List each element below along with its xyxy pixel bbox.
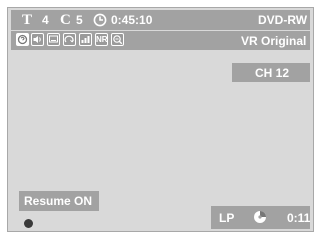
- elapsed-time: 0:45:10: [111, 13, 153, 27]
- noise-reduction-icon[interactable]: NR: [95, 33, 108, 46]
- remaining-time: 0:11: [287, 211, 311, 225]
- chapter-label: CH 12: [255, 66, 290, 80]
- noise-reduction-label: NR: [96, 35, 108, 44]
- clock-icon: [93, 13, 107, 27]
- title-letter: T: [22, 12, 33, 28]
- resume-indicator: Resume ON: [19, 191, 99, 211]
- angle-icon[interactable]: [63, 33, 76, 46]
- status-bar: T 4 C 5 0:45:10 DVD-RW: [11, 10, 310, 30]
- chapter-indicator: CH 12: [232, 63, 310, 82]
- record-status-bar: LP 0:11: [211, 206, 310, 229]
- disc-icon: [254, 211, 266, 223]
- disc-format: VR Original: [241, 34, 307, 48]
- title-number: 4: [42, 13, 49, 27]
- resume-status: Resume ON: [24, 194, 93, 208]
- chapter-number: 5: [76, 13, 83, 27]
- zoom-icon[interactable]: [111, 33, 124, 46]
- chapter-letter: C: [60, 12, 71, 28]
- bookmark-icon[interactable]: [79, 33, 92, 46]
- audio-icon[interactable]: [31, 33, 44, 46]
- subtitle-icon[interactable]: [47, 33, 60, 46]
- record-mode: LP: [219, 211, 235, 225]
- resume-dot-icon: [24, 219, 33, 228]
- help-icon[interactable]: [16, 33, 29, 46]
- function-icon-bar: NR VR Original: [11, 31, 310, 50]
- disc-type: DVD-RW: [258, 13, 308, 27]
